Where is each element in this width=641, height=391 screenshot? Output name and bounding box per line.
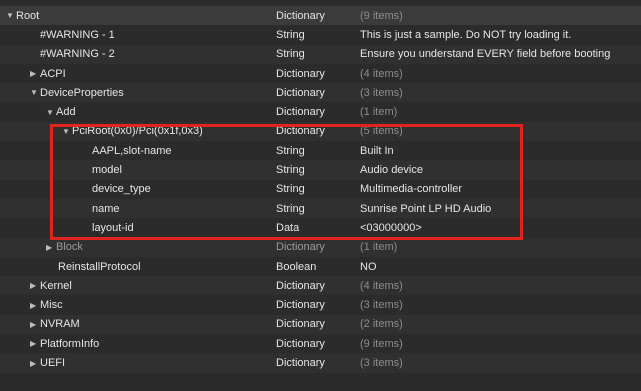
row-key: NVRAM — [40, 318, 80, 331]
plist-row-root[interactable]: ▼ Root Dictionary (9 items) — [0, 6, 641, 26]
row-value: (1 item) — [360, 106, 398, 119]
row-key: PlatformInfo — [40, 337, 100, 350]
row-value: This is just a sample. Do NOT try loadin… — [360, 28, 572, 41]
plist-row-uefi[interactable]: ▶ UEFI Dictionary (3 items) — [0, 353, 641, 373]
row-type: String — [276, 202, 305, 215]
plist-row-pciroot[interactable]: ▼ PciRoot(0x0)/Pci(0x1f,0x3) Dictionary (… — [0, 121, 641, 142]
row-key: device_type — [92, 183, 151, 196]
chevron-down-icon[interactable]: ▼ — [6, 11, 16, 20]
plist-row-block[interactable]: ▶ Block Dictionary (1 item) — [0, 237, 641, 257]
chevron-down-icon[interactable]: ▼ — [46, 108, 56, 117]
row-key: Add — [56, 106, 76, 119]
plist-row-deviceproperties[interactable]: ▼ DeviceProperties Dictionary (3 items) — [0, 83, 641, 103]
row-value: (2 items) — [360, 318, 403, 331]
plist-row-acpi[interactable]: ▶ ACPI Dictionary (4 items) — [0, 64, 641, 83]
plist-row-layout-id[interactable]: layout-id Data <03000000> — [0, 218, 641, 237]
row-key: #WARNING - 1 — [40, 28, 115, 41]
row-value: Sunrise Point LP HD Audio — [360, 202, 492, 215]
row-key: layout-id — [92, 221, 134, 234]
row-key: Block — [56, 241, 83, 254]
row-type: Dictionary — [276, 279, 325, 292]
plist-row-kernel[interactable]: ▶ Kernel Dictionary (4 items) — [0, 276, 641, 296]
chevron-right-icon[interactable]: ▶ — [30, 69, 40, 78]
row-type: String — [276, 48, 305, 61]
row-type: String — [276, 144, 305, 157]
plist-row-add[interactable]: ▼ Add Dictionary (1 item) — [0, 103, 641, 122]
row-value: (9 items) — [360, 337, 403, 350]
row-type: Dictionary — [276, 9, 325, 22]
row-key: model — [92, 164, 122, 177]
plist-row-warning-1[interactable]: #WARNING - 1 String This is just a sampl… — [0, 25, 641, 44]
plist-row-misc[interactable]: ▶ Misc Dictionary (3 items) — [0, 296, 641, 315]
row-type: Dictionary — [276, 86, 325, 99]
row-value: <03000000> — [360, 221, 422, 234]
row-type: Data — [276, 221, 300, 234]
row-value: Multimedia-controller — [360, 183, 463, 196]
row-type: Boolean — [276, 260, 317, 273]
row-key: Kernel — [40, 279, 72, 292]
chevron-right-icon[interactable]: ▶ — [30, 339, 40, 348]
row-type: String — [276, 28, 305, 41]
row-value: (4 items) — [360, 279, 403, 292]
row-value: (5 items) — [360, 125, 403, 138]
row-value: (1 item) — [360, 241, 398, 254]
row-key: PciRoot(0x0)/Pci(0x1f,0x3) — [72, 125, 203, 138]
row-key: ReinstallProtocol — [58, 260, 141, 273]
row-value: (4 items) — [360, 67, 403, 80]
plist-row-name[interactable]: name String Sunrise Point LP HD Audio — [0, 199, 641, 219]
row-type: Dictionary — [276, 241, 325, 254]
row-key: name — [92, 202, 120, 215]
row-value: (3 items) — [360, 299, 403, 312]
row-key: ACPI — [40, 67, 66, 80]
row-type: Dictionary — [276, 125, 325, 138]
plist-row-nvram[interactable]: ▶ NVRAM Dictionary (2 items) — [0, 314, 641, 335]
row-value: NO — [360, 260, 377, 273]
row-value: (9 items) — [360, 9, 403, 22]
row-type: Dictionary — [276, 67, 325, 80]
row-type: Dictionary — [276, 299, 325, 312]
plist-row-platforminfo[interactable]: ▶ PlatformInfo Dictionary (9 items) — [0, 334, 641, 353]
chevron-right-icon[interactable]: ▶ — [30, 320, 40, 329]
chevron-down-icon[interactable]: ▼ — [30, 88, 40, 97]
chevron-down-icon[interactable]: ▼ — [62, 127, 72, 136]
row-key: DeviceProperties — [40, 86, 124, 99]
row-key: Root — [16, 9, 40, 22]
row-value: Ensure you understand EVERY field before… — [360, 48, 611, 61]
row-value: Audio device — [360, 164, 423, 177]
row-key: UEFI — [40, 357, 66, 370]
chevron-right-icon[interactable]: ▶ — [46, 243, 56, 252]
row-value: Built In — [360, 144, 394, 157]
plist-row-model[interactable]: model String Audio device — [0, 160, 641, 180]
chevron-right-icon[interactable]: ▶ — [30, 281, 40, 290]
plist-row-aapl-slot-name[interactable]: AAPL,slot-name String Built In — [0, 141, 641, 160]
plist-row-warning-2[interactable]: #WARNING - 2 String Ensure you understan… — [0, 44, 641, 64]
row-value: (3 items) — [360, 86, 403, 99]
row-type: Dictionary — [276, 357, 325, 370]
chevron-right-icon[interactable]: ▶ — [30, 359, 40, 368]
plist-row-reinstallprotocol[interactable]: ReinstallProtocol Boolean NO — [0, 257, 641, 276]
row-type: Dictionary — [276, 318, 325, 331]
row-type: Dictionary — [276, 337, 325, 350]
row-key: AAPL,slot-name — [92, 144, 172, 157]
row-type: String — [276, 164, 305, 177]
row-key: Misc — [40, 299, 63, 312]
row-type: String — [276, 183, 305, 196]
chevron-right-icon[interactable]: ▶ — [30, 301, 40, 310]
row-value: (3 items) — [360, 357, 403, 370]
plist-row-device-type[interactable]: device_type String Multimedia-controller — [0, 180, 641, 199]
row-type: Dictionary — [276, 106, 325, 119]
row-key: #WARNING - 2 — [40, 48, 115, 61]
